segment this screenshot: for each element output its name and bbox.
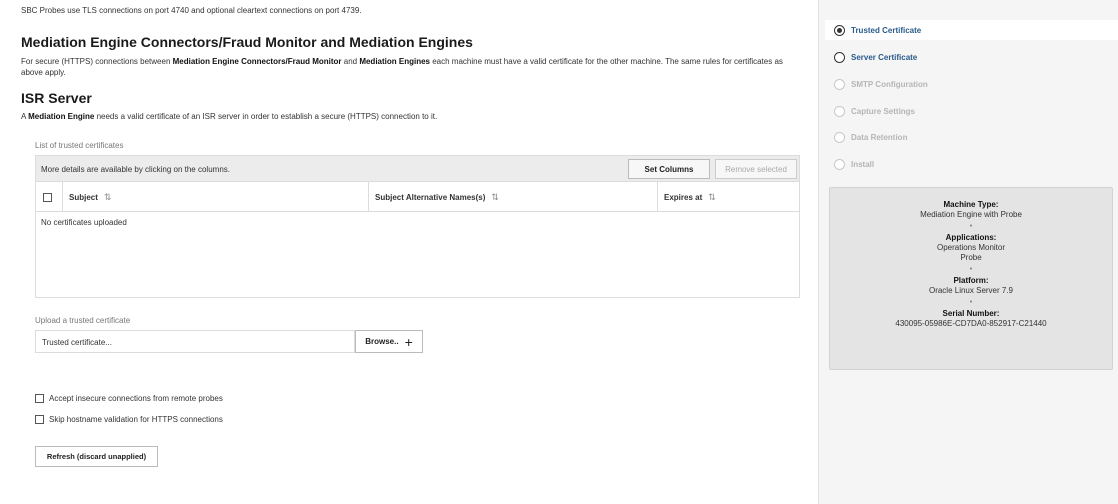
- intro-text: SBC Probes use TLS connections on port 4…: [21, 6, 362, 15]
- step-radio-icon: [834, 131, 845, 143]
- option-label: Accept insecure connections from remote …: [49, 394, 223, 403]
- column-header-alt-names[interactable]: Subject Alternative Names(s) ⇅: [375, 182, 499, 212]
- section-title-isr: ISR Server: [21, 90, 92, 106]
- option-skip-hostname[interactable]: Skip hostname validation for HTTPS conne…: [35, 415, 223, 424]
- separator-dot: •: [969, 266, 973, 273]
- wizard-sidebar: Trusted Certificate Server Certificate S…: [818, 0, 1118, 504]
- step-smtp-configuration: SMTP Configuration: [834, 76, 928, 92]
- separator-dot: •: [969, 223, 973, 230]
- platform-label: Platform:: [953, 276, 989, 285]
- sort-icon: ⇅: [708, 191, 716, 202]
- step-radio-icon: [834, 158, 845, 170]
- step-radio-icon: [834, 78, 845, 90]
- applications-label: Applications:: [945, 233, 997, 242]
- sort-icon: ⇅: [103, 191, 112, 202]
- empty-table-message: No certificates uploaded: [41, 218, 127, 227]
- column-header-expires[interactable]: Expires at ⇅: [664, 182, 716, 212]
- set-columns-button[interactable]: Set Columns: [628, 159, 710, 179]
- option-label: Skip hostname validation for HTTPS conne…: [49, 415, 223, 424]
- platform-value: Oracle Linux Server 7.9: [928, 286, 1014, 295]
- separator-dot: •: [969, 299, 973, 306]
- step-trusted-certificate[interactable]: Trusted Certificate: [825, 20, 1118, 40]
- main-content: SBC Probes use TLS connections on port 4…: [0, 0, 818, 504]
- table-toolbar: More details are available by clicking o…: [36, 156, 799, 182]
- step-install: Install: [834, 156, 874, 172]
- plus-icon: +: [404, 333, 413, 350]
- section-text-mediation: For secure (HTTPS) connections between M…: [21, 57, 783, 77]
- step-radio-icon: [834, 51, 845, 63]
- section-title-mediation: Mediation Engine Connectors/Fraud Monito…: [21, 34, 473, 50]
- machine-type-label: Machine Type:: [943, 200, 999, 209]
- step-radio-icon: [834, 105, 845, 117]
- machine-info-card: Machine Type: Mediation Engine with Prob…: [829, 187, 1113, 370]
- trusted-certificate-file-input[interactable]: Trusted certificate...: [35, 330, 355, 353]
- application-item: Probe: [960, 253, 982, 262]
- select-all-checkbox[interactable]: [43, 192, 52, 202]
- section-text-isr: A Mediation Engine needs a valid certifi…: [21, 112, 438, 121]
- serial-number-label: Serial Number:: [942, 309, 1000, 318]
- refresh-button[interactable]: Refresh (discard unapplied): [35, 446, 158, 467]
- upload-label: Upload a trusted certificate: [35, 316, 131, 325]
- step-data-retention: Data Retention: [834, 129, 907, 145]
- remove-selected-button[interactable]: Remove selected: [715, 159, 797, 179]
- application-item: Operations Monitor: [936, 243, 1006, 252]
- table-header: Subject ⇅ Subject Alternative Names(s) ⇅ E…: [36, 182, 799, 212]
- toolbar-message: More details are available by clicking o…: [41, 165, 230, 174]
- select-all-cell: [43, 182, 52, 212]
- trusted-list-label: List of trusted certificates: [35, 141, 124, 150]
- browse-label: Browse..: [365, 337, 399, 346]
- trusted-certificates-table: More details are available by clicking o…: [35, 155, 800, 298]
- serial-number-value: 430095-05986E-CD7DA0-852917-C21440: [895, 319, 1047, 328]
- accept-insecure-checkbox[interactable]: [35, 394, 44, 403]
- step-capture-settings: Capture Settings: [834, 103, 915, 119]
- machine-type-value: Mediation Engine with Probe: [920, 210, 1022, 219]
- skip-hostname-checkbox[interactable]: [35, 415, 44, 424]
- browse-button[interactable]: Browse.. +: [355, 330, 423, 353]
- step-radio-icon: [834, 24, 845, 36]
- sort-icon: ⇅: [491, 191, 499, 202]
- option-accept-insecure[interactable]: Accept insecure connections from remote …: [35, 394, 223, 403]
- column-header-subject[interactable]: Subject ⇅: [69, 182, 111, 212]
- step-server-certificate[interactable]: Server Certificate: [834, 49, 917, 65]
